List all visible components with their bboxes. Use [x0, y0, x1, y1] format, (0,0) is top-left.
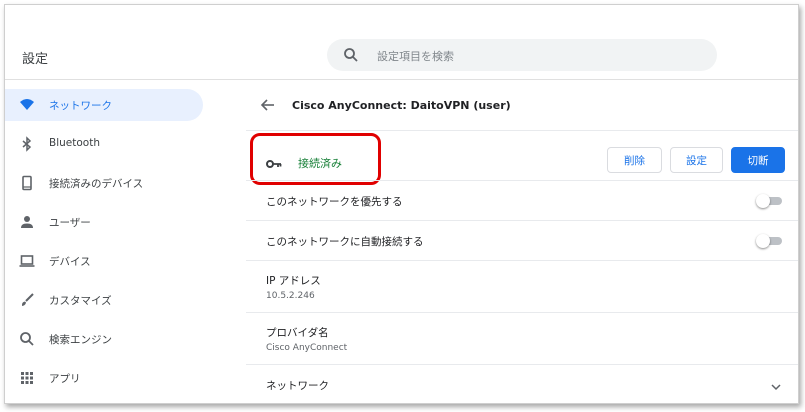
network-row[interactable]: ネットワーク	[246, 364, 798, 403]
sidebar-item-label: ネットワーク	[49, 100, 112, 112]
sidebar: ネットワーク Bluetooth 接続済みのデバイス ユーザー デバイス カスタ…	[5, 80, 220, 403]
auto-connect-label: このネットワークに自動接続する	[266, 236, 424, 248]
prefer-network-row: このネットワークを優先する	[246, 180, 798, 221]
sidebar-item-label: 検索エンジン	[49, 334, 112, 346]
app-title: 設定	[22, 52, 49, 67]
sidebar-item-label: Bluetooth	[49, 137, 100, 149]
sidebar-item-label: ユーザー	[49, 217, 91, 229]
disconnect-button[interactable]: 切断	[731, 147, 785, 173]
sidebar-item-search-engine[interactable]: 検索エンジン	[5, 323, 203, 355]
prefer-network-toggle[interactable]	[756, 194, 784, 208]
network-label: ネットワーク	[266, 380, 329, 392]
sidebar-item-users[interactable]: ユーザー	[5, 206, 203, 238]
bluetooth-icon	[19, 136, 35, 152]
ip-address-row: IP アドレス 10.5.2.246	[246, 260, 798, 313]
ip-address-value: 10.5.2.246	[266, 291, 315, 301]
provider-label: プロバイダ名	[266, 327, 329, 339]
header: 設定	[5, 5, 798, 80]
page-title: Cisco AnyConnect: DaitoVPN (user)	[292, 99, 511, 112]
auto-connect-toggle[interactable]	[756, 234, 784, 248]
phone-icon	[19, 175, 35, 191]
sidebar-item-customize[interactable]: カスタマイズ	[5, 284, 203, 316]
sidebar-item-device[interactable]: デバイス	[5, 245, 203, 277]
apps-grid-icon	[19, 370, 35, 386]
sidebar-item-label: アプリ	[49, 373, 81, 385]
search-icon	[344, 48, 358, 62]
sidebar-item-connected-devices[interactable]: 接続済みのデバイス	[5, 167, 203, 199]
brush-icon	[19, 292, 35, 308]
search-icon	[19, 331, 35, 347]
search-bar[interactable]	[327, 39, 717, 71]
provider-value: Cisco AnyConnect	[266, 343, 348, 353]
settings-window: 設定 ネットワーク Bluetooth 接続済みのデバイス	[4, 4, 799, 404]
back-arrow-icon[interactable]	[260, 97, 276, 113]
prefer-network-label: このネットワークを優先する	[266, 196, 403, 208]
search-input[interactable]	[375, 45, 699, 67]
sidebar-item-bluetooth[interactable]: Bluetooth	[5, 128, 203, 160]
auto-connect-row: このネットワークに自動接続する	[246, 220, 798, 261]
sidebar-item-network[interactable]: ネットワーク	[5, 89, 203, 121]
settings-button[interactable]: 設定	[670, 147, 723, 173]
highlight-annotation	[250, 133, 381, 185]
delete-button[interactable]: 削除	[607, 147, 662, 173]
sidebar-item-apps[interactable]: アプリ	[5, 362, 203, 394]
sidebar-item-label: カスタマイズ	[49, 295, 112, 307]
sidebar-item-label: 接続済みのデバイス	[49, 178, 144, 190]
sidebar-item-label: デバイス	[49, 256, 91, 268]
vpn-detail-panel: Cisco AnyConnect: DaitoVPN (user) 接続済み 削…	[246, 80, 798, 403]
laptop-icon	[19, 253, 35, 269]
ip-address-label: IP アドレス	[266, 275, 321, 287]
wifi-icon	[19, 97, 35, 113]
chevron-down-icon[interactable]	[770, 383, 782, 391]
person-icon	[19, 214, 35, 230]
provider-row: プロバイダ名 Cisco AnyConnect	[246, 312, 798, 365]
